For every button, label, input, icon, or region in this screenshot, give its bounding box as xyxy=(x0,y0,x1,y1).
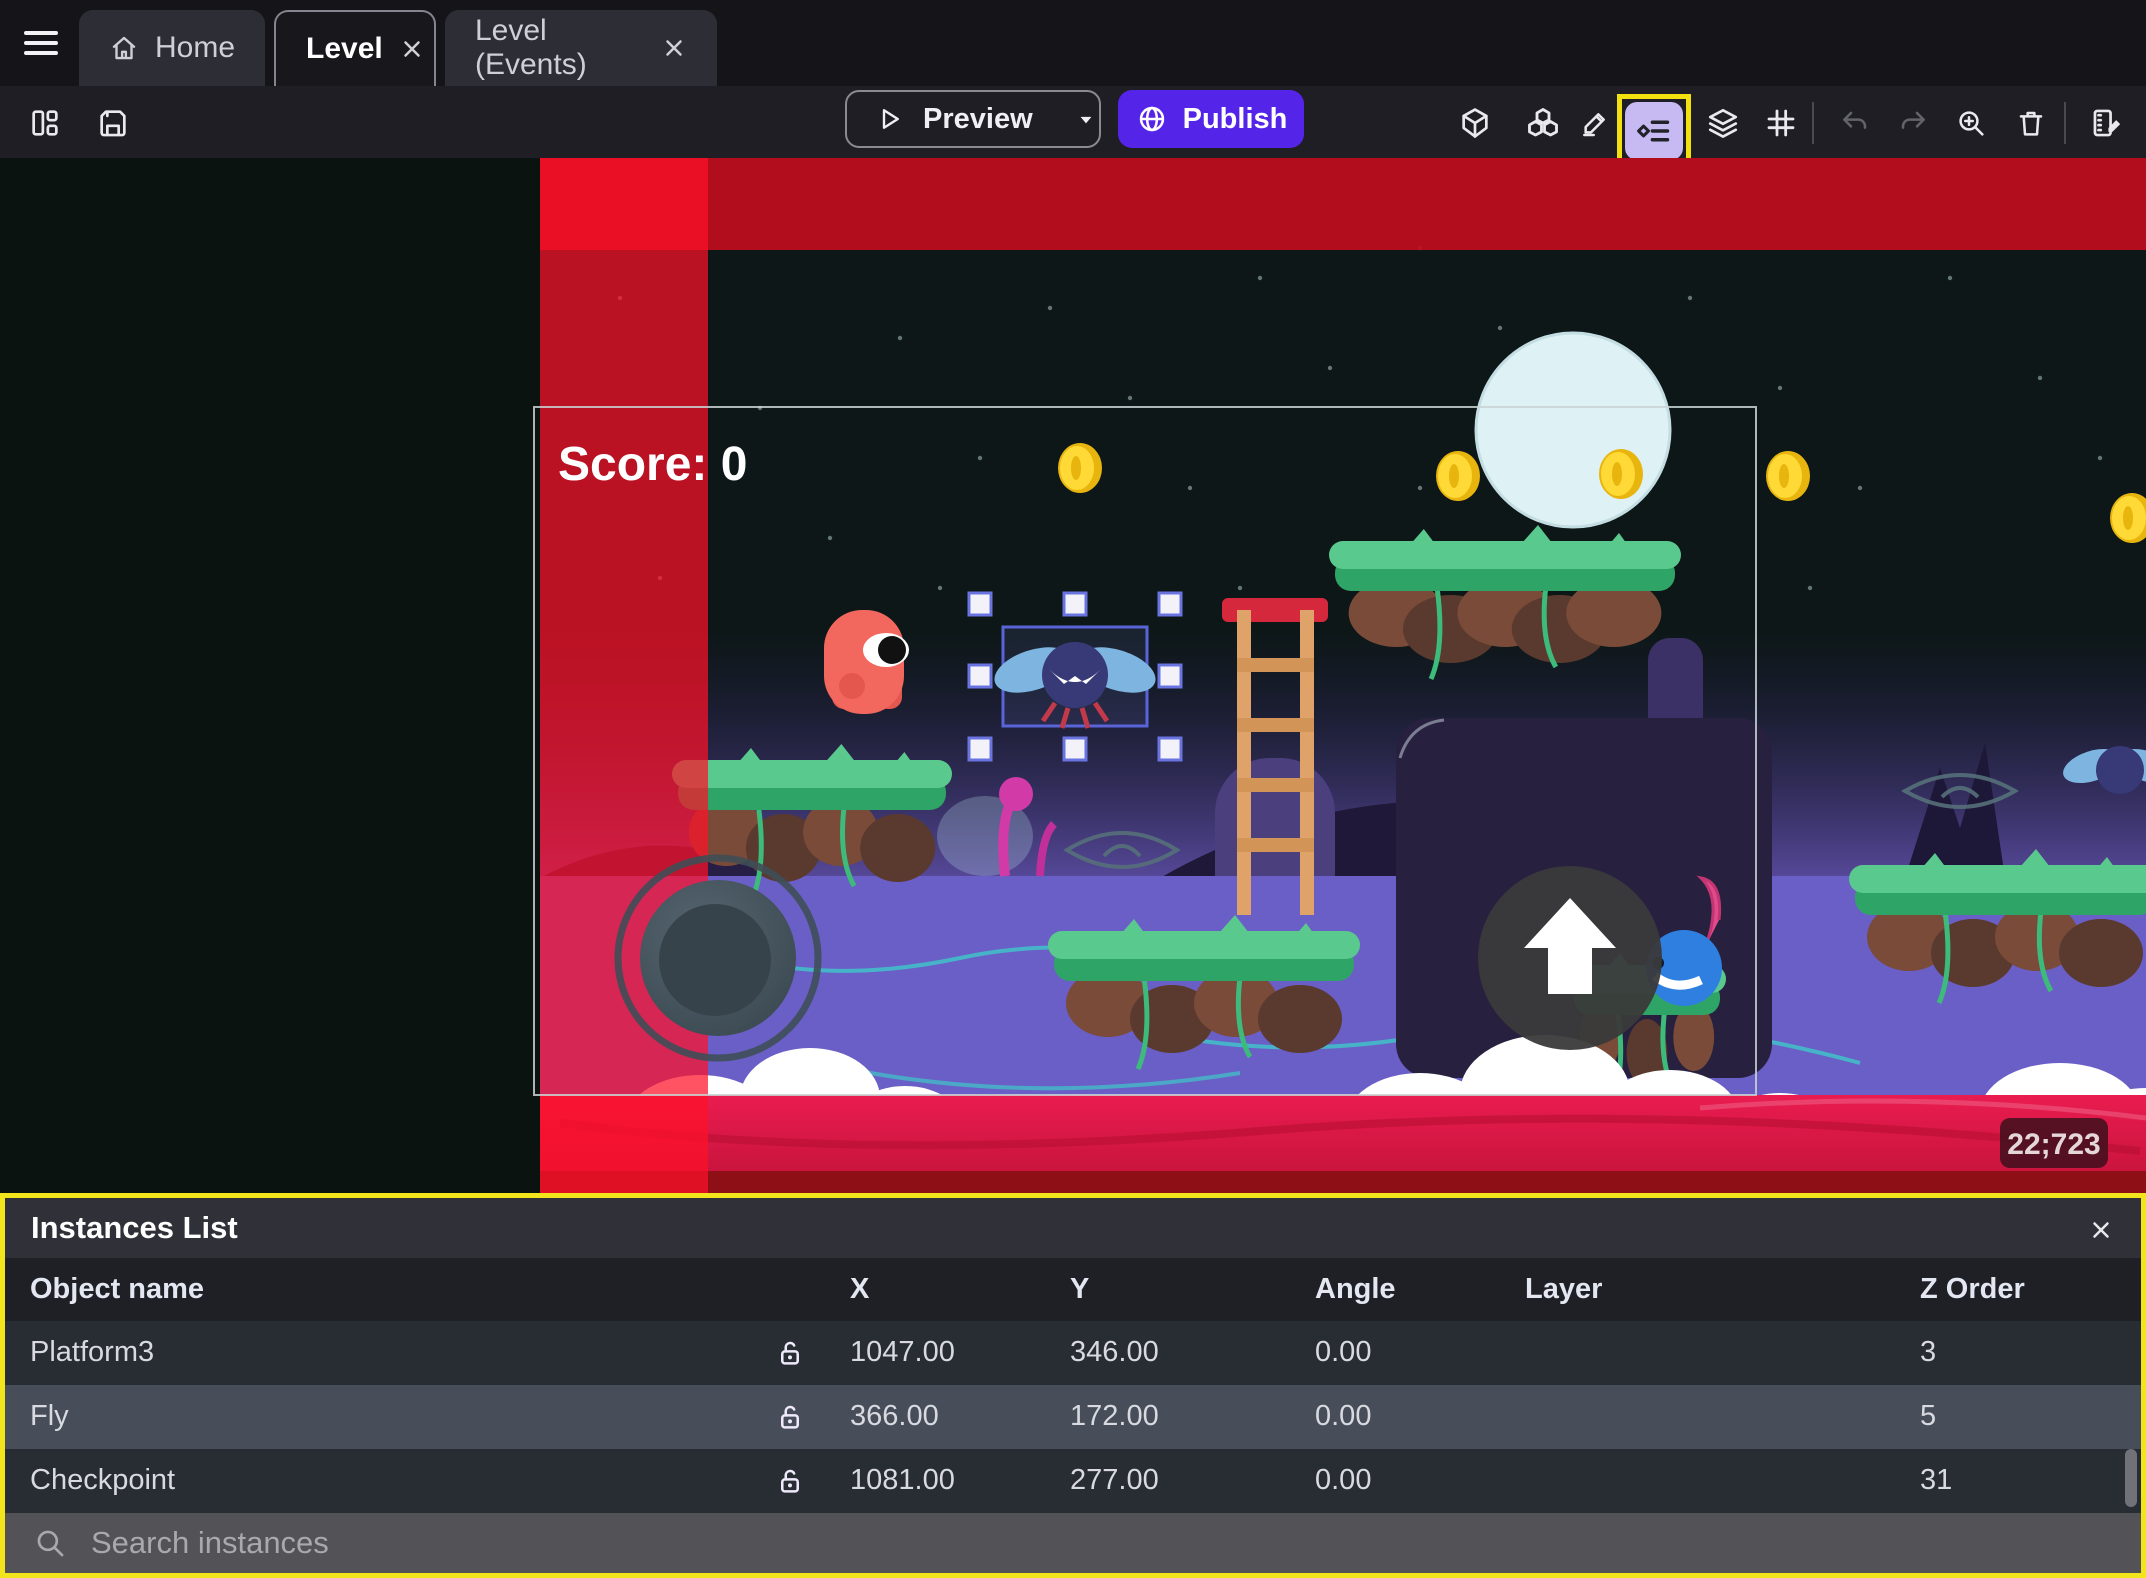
col-y: Y xyxy=(1070,1272,1090,1305)
layout-icon[interactable] xyxy=(22,100,68,146)
col-angle: Angle xyxy=(1315,1272,1396,1305)
play-icon xyxy=(873,103,905,135)
objects-icon[interactable] xyxy=(1520,100,1566,146)
tab-level[interactable]: Level xyxy=(274,10,436,86)
save-icon[interactable] xyxy=(90,100,136,146)
instance-name: Platform3 xyxy=(30,1336,155,1369)
tab-level-close-icon[interactable] xyxy=(399,34,425,64)
table-row[interactable]: Fly 366.00 172.00 0.00 5 xyxy=(5,1384,2141,1449)
scene-artwork: Score: 0 22;723 xyxy=(533,158,2146,1193)
unlocked-padlock-icon[interactable] xyxy=(770,1397,810,1437)
publish-label: Publish xyxy=(1182,102,1288,135)
search-icon xyxy=(31,1524,69,1562)
home-icon xyxy=(109,30,139,66)
search-instances-input[interactable] xyxy=(91,1524,2115,1561)
instance-y: 277.00 xyxy=(1070,1464,1159,1497)
preview-label: Preview xyxy=(923,102,1033,135)
instance-z: 5 xyxy=(1920,1400,1937,1433)
chevron-down-icon[interactable] xyxy=(1057,106,1115,132)
instances-list-panel: Instances List Object name X Y Angle Lay… xyxy=(0,1193,2146,1578)
globe-icon xyxy=(1135,102,1169,136)
selection-handle xyxy=(1157,591,1183,617)
tab-bar: Home Level Level (Events) xyxy=(0,0,2146,86)
col-layer: Layer xyxy=(1525,1272,1603,1305)
selection-handle xyxy=(967,736,993,762)
toolbar-divider xyxy=(1812,102,1814,144)
tab-events-label: Level (Events) xyxy=(475,14,587,81)
selection-handle xyxy=(1157,663,1183,689)
selection-handle xyxy=(967,663,993,689)
scene-canvas[interactable]: Score: 0 22;723 xyxy=(0,158,2146,1193)
selection-handle xyxy=(1157,736,1183,762)
col-object-name: Object name xyxy=(30,1272,205,1305)
redo-icon[interactable] xyxy=(1890,100,1936,146)
instance-x: 366.00 xyxy=(850,1400,939,1433)
publish-button[interactable]: Publish xyxy=(1118,90,1304,148)
selection-handle xyxy=(1062,736,1088,762)
tab-home[interactable]: Home xyxy=(79,10,265,86)
zoom-in-icon[interactable] xyxy=(1948,100,1994,146)
search-bar xyxy=(5,1512,2141,1573)
instances-list-icon[interactable] xyxy=(1625,102,1683,160)
instance-name: Fly xyxy=(30,1400,69,1433)
instance-angle: 0.00 xyxy=(1315,1464,1372,1497)
tab-events-close-icon[interactable] xyxy=(660,33,687,63)
cursor-coordinates-badge: 22;723 xyxy=(2007,1128,2100,1161)
panel-title-bar: Instances List xyxy=(5,1198,2141,1259)
instance-y: 172.00 xyxy=(1070,1400,1159,1433)
scrollbar-thumb[interactable] xyxy=(2125,1448,2137,1507)
instances-list-toolbar-highlight[interactable] xyxy=(1617,94,1691,168)
score-text: Score: 0 xyxy=(558,438,747,491)
selection-handle xyxy=(1062,591,1088,617)
col-x: X xyxy=(850,1272,870,1305)
unlocked-padlock-icon[interactable] xyxy=(770,1333,810,1373)
instance-name: Checkpoint xyxy=(30,1464,176,1497)
pencil-icon[interactable] xyxy=(1572,100,1618,146)
layers-icon[interactable] xyxy=(1700,100,1746,146)
tab-home-label: Home xyxy=(155,31,236,64)
table-header: Object name X Y Angle Layer Z Order xyxy=(5,1258,2141,1321)
preview-button[interactable]: Preview xyxy=(845,90,1101,148)
table-row[interactable]: Platform3 1047.00 346.00 0.00 3 xyxy=(5,1320,2141,1385)
table-row[interactable]: Checkpoint 1081.00 277.00 0.00 31 xyxy=(5,1448,2141,1513)
col-z-order: Z Order xyxy=(1920,1272,2025,1305)
tab-level-label: Level xyxy=(306,32,383,65)
instance-x: 1081.00 xyxy=(850,1464,955,1497)
instance-angle: 0.00 xyxy=(1315,1336,1372,1369)
instance-z: 3 xyxy=(1920,1336,1937,1369)
instance-x: 1047.00 xyxy=(850,1336,955,1369)
scene-events-edit-icon[interactable] xyxy=(2084,100,2130,146)
tab-level-events[interactable]: Level (Events) xyxy=(445,10,717,86)
menu-hamburger-icon[interactable] xyxy=(18,22,64,64)
instances-rows: Platform3 1047.00 346.00 0.00 3 Fly 366.… xyxy=(5,1320,2141,1513)
instance-z: 31 xyxy=(1920,1464,1953,1497)
undo-icon[interactable] xyxy=(1832,100,1878,146)
grid-icon[interactable] xyxy=(1758,100,1804,146)
instance-angle: 0.00 xyxy=(1315,1400,1372,1433)
trash-icon[interactable] xyxy=(2008,100,2054,146)
unlocked-padlock-icon[interactable] xyxy=(770,1461,810,1501)
instance-y: 346.00 xyxy=(1070,1336,1159,1369)
panel-title: Instances List xyxy=(31,1210,238,1246)
panel-close-icon[interactable] xyxy=(2083,1212,2119,1248)
cube-3d-icon[interactable] xyxy=(1452,100,1498,146)
toolbar-divider xyxy=(2064,102,2066,144)
selection-handle xyxy=(967,591,993,617)
